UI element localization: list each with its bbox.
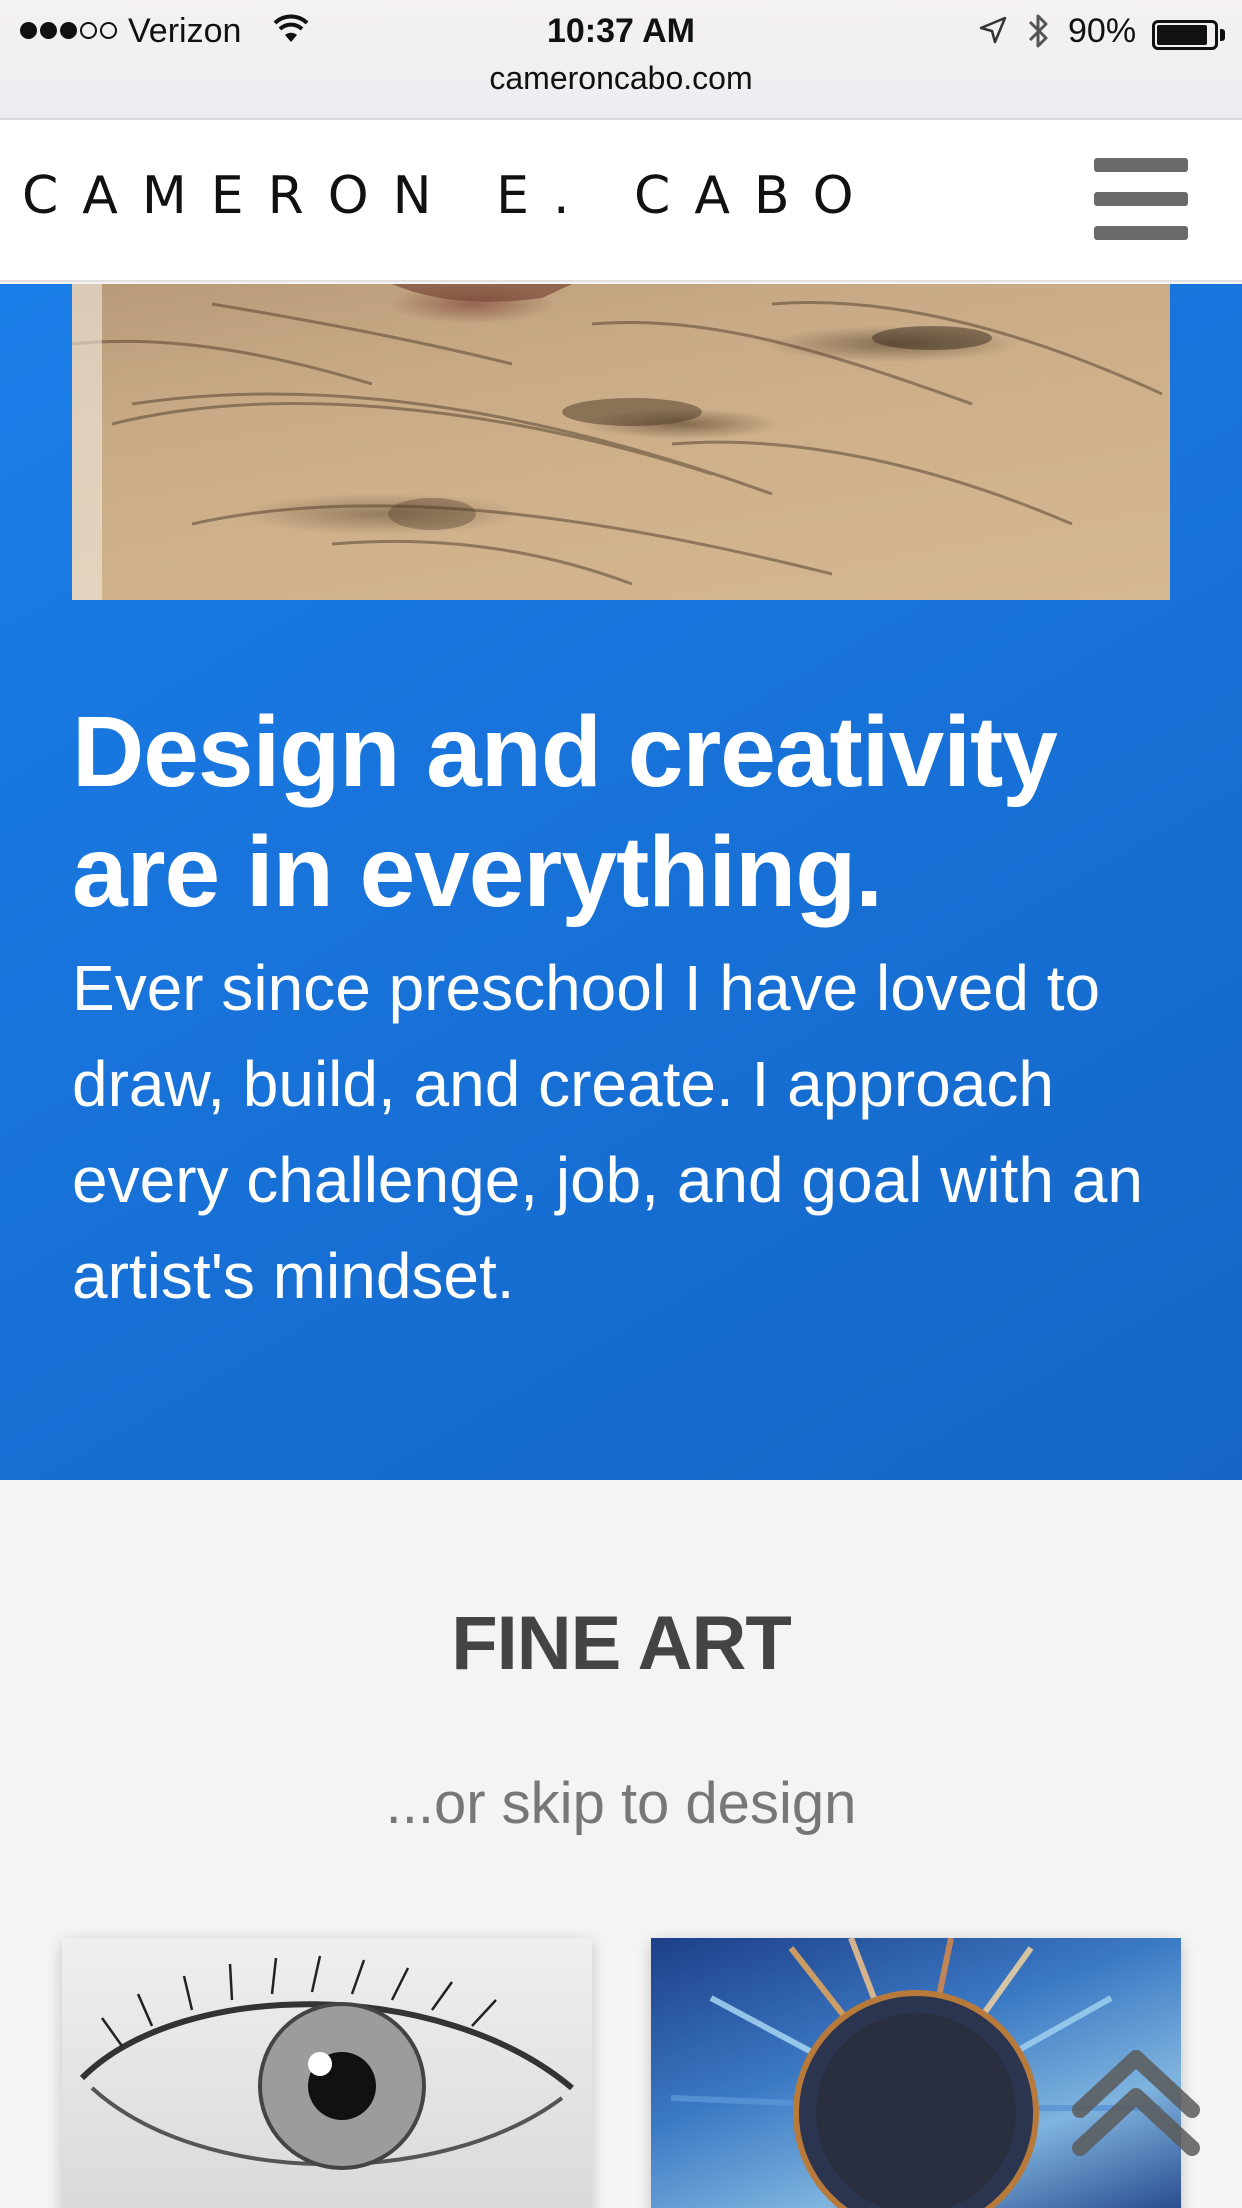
hero-heading: Design and creativity are in everything. [72, 696, 1058, 928]
bluetooth-icon [1028, 14, 1048, 48]
battery-percentage: 90% [1068, 12, 1137, 50]
location-arrow-icon [979, 16, 1007, 44]
battery-icon [1152, 20, 1218, 50]
hero-paragraph: Ever since preschool I have loved to dra… [72, 952, 1143, 1312]
status-bar: Verizon 10:37 AM 90% cameroncabo.com [0, 0, 1242, 120]
hero-image [72, 284, 1170, 600]
hero-section: Design and creativity are in everything.… [0, 284, 1242, 1480]
skip-to-design-link[interactable]: ...or skip to design [0, 1770, 1242, 1837]
pencil-eye-drawing [79, 1955, 574, 2170]
hamburger-menu-icon[interactable] [1094, 158, 1188, 240]
site-header: CAMERON E. CABO [0, 120, 1242, 282]
double-chevron-up-icon[interactable] [1070, 2040, 1202, 2160]
site-title[interactable]: CAMERON E. CABO [22, 166, 878, 226]
art-card-pencil-eye[interactable] [62, 1938, 592, 2208]
fine-art-heading: FINE ART [451, 1601, 792, 1686]
clock: 10:37 AM [546, 12, 696, 50]
address-bar-url[interactable]: cameroncabo.com [0, 60, 1242, 97]
